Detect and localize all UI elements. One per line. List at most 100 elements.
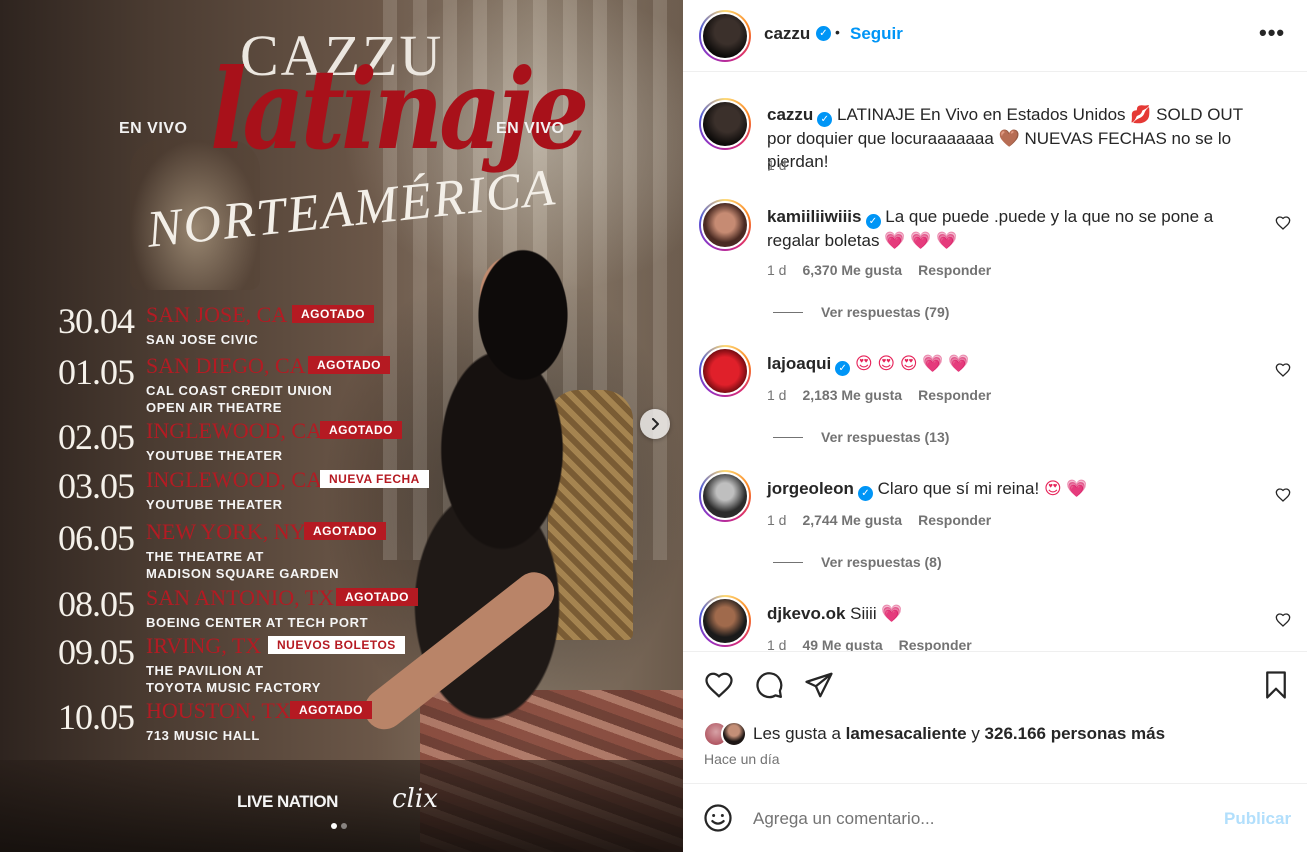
tour-date: 06.05 [58, 518, 135, 558]
verified-badge-icon: ✓ [835, 361, 851, 376]
comment-meta: 1 d 2,183 Me gusta Responder [767, 387, 992, 403]
author-username[interactable]: cazzu [764, 24, 810, 44]
tour-city: NEW YORK, NY [146, 519, 306, 544]
live-nation-logo: LIVE NATION [237, 792, 338, 811]
view-replies-button[interactable]: Ver respuestas (79) [773, 304, 949, 320]
likes-count[interactable]: 326.166 personas más [985, 724, 1166, 743]
chevron-right-icon [652, 418, 659, 430]
carousel-next-button[interactable] [640, 409, 670, 439]
view-replies-button[interactable]: Ver respuestas (13) [773, 429, 949, 445]
tour-badge: AGOTADO [290, 701, 372, 719]
post-timestamp[interactable]: Hace un día [704, 751, 780, 767]
kiss-emoji-icon: 💋 [1130, 105, 1152, 124]
comment-meta: 1 d 49 Me gusta Responder [767, 637, 972, 651]
comment-likes[interactable]: 2,744 Me gusta [802, 512, 902, 528]
tour-date: 08.05 [58, 584, 135, 624]
tour-city: INGLEWOOD, CA [146, 467, 322, 492]
tour-city: HOUSTON, TX [146, 698, 291, 723]
like-heart-icon[interactable] [704, 670, 734, 700]
author-avatar[interactable] [699, 10, 751, 62]
publish-button[interactable]: Publicar [1224, 809, 1291, 829]
verified-badge-icon: ✓ [816, 26, 831, 41]
tour-venue: YOUTUBE THEATER [146, 448, 283, 463]
like-comment-heart-icon[interactable] [1275, 612, 1291, 628]
like-comment-heart-icon[interactable] [1275, 487, 1291, 503]
verified-badge-icon: ✓ [865, 214, 881, 229]
tour-city: IRVING, TX [146, 633, 262, 658]
comment-username[interactable]: lajoaqui [767, 354, 831, 373]
post-media[interactable]: CAZZU latinaje EN VIVO EN VIVO NORTEAMÉR… [0, 0, 683, 852]
follow-button[interactable]: Seguir [850, 24, 903, 44]
reply-button[interactable]: Responder [899, 637, 972, 651]
post-side-panel: cazzu ✓ • Seguir ••• cazzu ✓ LATINAJE En … [683, 0, 1307, 852]
comment-text: jorgeoleon ✓ Claro que sí mi reina! 😍 💗 [767, 479, 1088, 501]
post-actions: Les gusta a lamesacaliente y 326.166 per… [683, 651, 1307, 783]
comment-likes[interactable]: 6,370 Me gusta [802, 262, 902, 278]
view-replies-button[interactable]: Ver respuestas (8) [773, 554, 942, 570]
comment-likes[interactable]: 49 Me gusta [802, 637, 882, 651]
save-bookmark-icon[interactable] [1261, 670, 1291, 700]
comment-username[interactable]: kamiiliiwiiis [767, 207, 862, 226]
brown-heart-emoji-icon: 🤎 [998, 129, 1020, 148]
comment-avatar[interactable] [699, 595, 751, 647]
liker-username[interactable]: lamesacaliente [846, 724, 967, 743]
comment-username[interactable]: jorgeoleon [767, 479, 854, 498]
tour-badge: NUEVA FECHA [320, 470, 429, 488]
floor-shadow [0, 760, 683, 852]
tour-badge: AGOTADO [292, 305, 374, 323]
tour-badge: AGOTADO [336, 588, 418, 606]
tour-date: 10.05 [58, 697, 135, 737]
tour-venue: YOUTUBE THEATER [146, 497, 283, 512]
tour-venue: THE THEATRE AT MADISON SQUARE GARDEN [146, 549, 340, 581]
comment-input[interactable] [753, 805, 1203, 833]
liker-avatar [721, 721, 747, 747]
caption-text: cazzu ✓ LATINAJE En Vivo en Estados Unido… [767, 105, 1243, 171]
tour-date: 03.05 [58, 466, 135, 506]
likers-avatars[interactable] [703, 721, 751, 747]
tour-venue: 713 MUSIC HALL [146, 728, 260, 743]
tour-badge: AGOTADO [320, 421, 402, 439]
tour-city: INGLEWOOD, CA [146, 418, 322, 443]
more-options-button[interactable]: ••• [1259, 20, 1285, 46]
tour-city: SAN JOSE, CA [146, 302, 288, 327]
emoji-picker-icon[interactable] [703, 803, 733, 833]
tour-venue: BOEING CENTER AT TECH PORT [146, 615, 369, 630]
reply-button[interactable]: Responder [918, 512, 991, 528]
comments-list[interactable]: cazzu ✓ LATINAJE En Vivo en Estados Unido… [683, 73, 1307, 651]
reply-button[interactable]: Responder [918, 262, 991, 278]
tour-city: SAN DIEGO, CA [146, 353, 306, 378]
tour-badge: AGOTADO [308, 356, 390, 374]
comment-meta: 1 d 6,370 Me gusta Responder [767, 262, 992, 278]
likes-summary[interactable]: Les gusta a lamesacaliente y 326.166 per… [753, 724, 1165, 744]
heart-emoji-icon: 💗 [881, 604, 903, 623]
post-header: cazzu ✓ • Seguir ••• [683, 0, 1307, 72]
caption-username[interactable]: cazzu [767, 105, 813, 124]
tour-venue: SAN JOSE CIVIC [146, 332, 259, 347]
like-comment-heart-icon[interactable] [1275, 362, 1291, 378]
comment-bubble-icon[interactable] [754, 670, 784, 700]
comment-likes[interactable]: 2,183 Me gusta [802, 387, 902, 403]
heart-eyes-emoji-icon: 😍 💗 [1043, 479, 1088, 498]
clix-logo: clix [392, 784, 438, 814]
caption-avatar[interactable] [699, 98, 751, 150]
comment-avatar[interactable] [699, 345, 751, 397]
comment-text: lajoaqui ✓ 😍 😍 😍 💗 💗 [767, 352, 1267, 376]
comment-avatar[interactable] [699, 199, 751, 251]
tour-date: 02.05 [58, 417, 135, 457]
comment-avatar[interactable] [699, 470, 751, 522]
tour-date: 30.04 [58, 301, 135, 341]
like-comment-heart-icon[interactable] [1275, 215, 1291, 231]
comment-text: kamiiliiwiiis ✓ La que puede .puede y la … [767, 207, 1214, 250]
poster-tour-title: latinaje [210, 44, 589, 175]
add-comment-bar: Publicar [683, 783, 1307, 852]
verified-badge-icon: ✓ [817, 112, 833, 127]
tour-venue: THE PAVILION AT TOYOTA MUSIC FACTORY [146, 663, 321, 695]
tour-city: SAN ANTONIO, TX [146, 585, 335, 610]
heart-emoji-icon: 💗 💗 💗 [884, 231, 958, 250]
reply-button[interactable]: Responder [918, 387, 991, 403]
carousel-dots [331, 823, 347, 829]
comment-text: djkevo.ok Siiii 💗 [767, 604, 903, 623]
comment-username[interactable]: djkevo.ok [767, 604, 845, 623]
poster-en-vivo-right: EN VIVO [496, 120, 565, 137]
share-send-icon[interactable] [804, 670, 834, 700]
